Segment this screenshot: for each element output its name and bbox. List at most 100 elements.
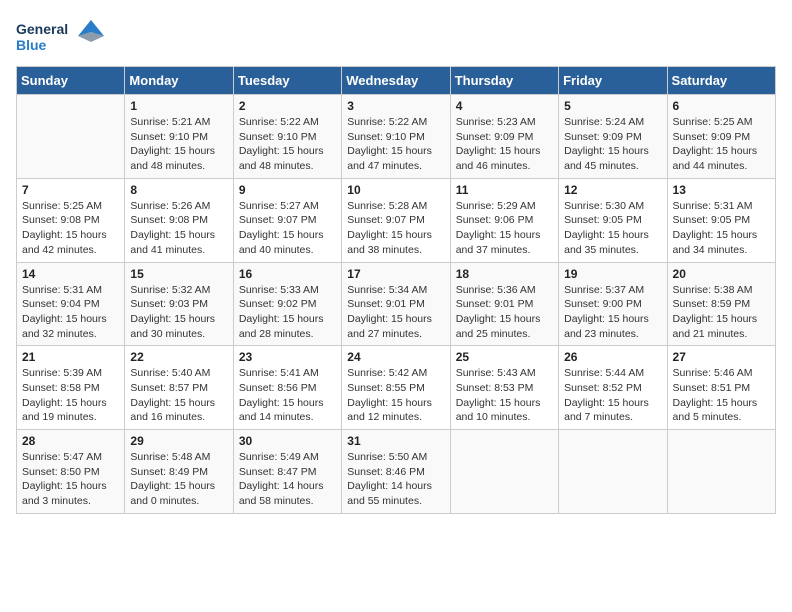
calendar-cell: 24Sunrise: 5:42 AM Sunset: 8:55 PM Dayli… — [342, 346, 450, 430]
calendar-cell: 23 Sunrise: 5:41 AM Sunset: 8:56 PM Dayli… — [233, 346, 341, 430]
day-info: Sunrise: 5:41 AM Sunset: 8:56 PM Dayligh… — [239, 366, 336, 425]
day-number: 20 — [673, 267, 770, 281]
logo-icon: General Blue — [16, 16, 106, 58]
calendar-cell — [17, 95, 125, 179]
calendar-cell: 6 Sunrise: 5:25 AM Sunset: 9:09 PM Daylig… — [667, 95, 775, 179]
day-number: 9 — [239, 183, 336, 197]
calendar-week-row: 7 Sunrise: 5:25 AM Sunset: 9:08 PM Daylig… — [17, 178, 776, 262]
calendar-week-row: 1 Sunrise: 5:21 AM Sunset: 9:10 PM Daylig… — [17, 95, 776, 179]
calendar-cell: 16 Sunrise: 5:33 AM Sunset: 9:02 PM Dayli… — [233, 262, 341, 346]
calendar-cell: 28 Sunrise: 5:47 AM Sunset: 8:50 PM Dayli… — [17, 430, 125, 514]
day-info: Sunrise: 5:31 AM Sunset: 9:05 PM Dayligh… — [673, 199, 770, 258]
day-number: 26 — [564, 350, 661, 364]
svg-text:Blue: Blue — [16, 37, 47, 53]
calendar-cell: 26 Sunrise: 5:44 AM Sunset: 8:52 PM Dayli… — [559, 346, 667, 430]
calendar-cell — [450, 430, 558, 514]
calendar-cell: 27Sunrise: 5:46 AM Sunset: 8:51 PM Dayli… — [667, 346, 775, 430]
page-header: General Blue — [16, 16, 776, 58]
day-number: 14 — [22, 267, 119, 281]
weekday-header-cell: Wednesday — [342, 67, 450, 95]
day-info: Sunrise: 5:22 AM Sunset: 9:10 PM Dayligh… — [239, 115, 336, 174]
day-info: Sunrise: 5:25 AM Sunset: 9:09 PM Dayligh… — [673, 115, 770, 174]
calendar-cell: 2 Sunrise: 5:22 AM Sunset: 9:10 PM Daylig… — [233, 95, 341, 179]
weekday-header-cell: Thursday — [450, 67, 558, 95]
calendar-cell — [559, 430, 667, 514]
calendar-cell: 5 Sunrise: 5:24 AM Sunset: 9:09 PM Daylig… — [559, 95, 667, 179]
day-number: 28 — [22, 434, 119, 448]
day-info: Sunrise: 5:29 AM Sunset: 9:06 PM Dayligh… — [456, 199, 553, 258]
day-info: Sunrise: 5:26 AM Sunset: 9:08 PM Dayligh… — [130, 199, 227, 258]
day-number: 6 — [673, 99, 770, 113]
calendar-cell: 11Sunrise: 5:29 AM Sunset: 9:06 PM Dayli… — [450, 178, 558, 262]
calendar-cell: 3 Sunrise: 5:22 AM Sunset: 9:10 PM Daylig… — [342, 95, 450, 179]
calendar-cell: 7 Sunrise: 5:25 AM Sunset: 9:08 PM Daylig… — [17, 178, 125, 262]
calendar-week-row: 14 Sunrise: 5:31 AM Sunset: 9:04 PM Dayli… — [17, 262, 776, 346]
day-info: Sunrise: 5:32 AM Sunset: 9:03 PM Dayligh… — [130, 283, 227, 342]
day-info: Sunrise: 5:48 AM Sunset: 8:49 PM Dayligh… — [130, 450, 227, 509]
day-info: Sunrise: 5:22 AM Sunset: 9:10 PM Dayligh… — [347, 115, 444, 174]
day-info: Sunrise: 5:30 AM Sunset: 9:05 PM Dayligh… — [564, 199, 661, 258]
calendar-cell: 25 Sunrise: 5:43 AM Sunset: 8:53 PM Dayli… — [450, 346, 558, 430]
day-number: 15 — [130, 267, 227, 281]
day-number: 12 — [564, 183, 661, 197]
calendar-cell: 31 Sunrise: 5:50 AM Sunset: 8:46 PM Dayli… — [342, 430, 450, 514]
day-info: Sunrise: 5:23 AM Sunset: 9:09 PM Dayligh… — [456, 115, 553, 174]
day-number: 10 — [347, 183, 444, 197]
calendar-cell: 12 Sunrise: 5:30 AM Sunset: 9:05 PM Dayli… — [559, 178, 667, 262]
day-info: Sunrise: 5:34 AM Sunset: 9:01 PM Dayligh… — [347, 283, 444, 342]
calendar-cell: 1 Sunrise: 5:21 AM Sunset: 9:10 PM Daylig… — [125, 95, 233, 179]
day-info: Sunrise: 5:47 AM Sunset: 8:50 PM Dayligh… — [22, 450, 119, 509]
calendar-cell: 20Sunrise: 5:38 AM Sunset: 8:59 PM Dayli… — [667, 262, 775, 346]
weekday-header-cell: Tuesday — [233, 67, 341, 95]
day-number: 2 — [239, 99, 336, 113]
day-info: Sunrise: 5:25 AM Sunset: 9:08 PM Dayligh… — [22, 199, 119, 258]
day-number: 7 — [22, 183, 119, 197]
day-number: 21 — [22, 350, 119, 364]
calendar-cell: 8 Sunrise: 5:26 AM Sunset: 9:08 PM Daylig… — [125, 178, 233, 262]
day-info: Sunrise: 5:49 AM Sunset: 8:47 PM Dayligh… — [239, 450, 336, 509]
day-info: Sunrise: 5:42 AM Sunset: 8:55 PM Dayligh… — [347, 366, 444, 425]
svg-text:General: General — [16, 21, 68, 37]
weekday-header-cell: Monday — [125, 67, 233, 95]
day-info: Sunrise: 5:50 AM Sunset: 8:46 PM Dayligh… — [347, 450, 444, 509]
weekday-header-cell: Saturday — [667, 67, 775, 95]
weekday-header-row: SundayMondayTuesdayWednesdayThursdayFrid… — [17, 67, 776, 95]
calendar-cell: 22Sunrise: 5:40 AM Sunset: 8:57 PM Dayli… — [125, 346, 233, 430]
day-info: Sunrise: 5:33 AM Sunset: 9:02 PM Dayligh… — [239, 283, 336, 342]
day-number: 31 — [347, 434, 444, 448]
calendar-cell: 15 Sunrise: 5:32 AM Sunset: 9:03 PM Dayli… — [125, 262, 233, 346]
day-number: 18 — [456, 267, 553, 281]
day-number: 22 — [130, 350, 227, 364]
day-info: Sunrise: 5:24 AM Sunset: 9:09 PM Dayligh… — [564, 115, 661, 174]
calendar-cell: 18Sunrise: 5:36 AM Sunset: 9:01 PM Dayli… — [450, 262, 558, 346]
day-number: 30 — [239, 434, 336, 448]
day-number: 25 — [456, 350, 553, 364]
day-number: 19 — [564, 267, 661, 281]
calendar-week-row: 28 Sunrise: 5:47 AM Sunset: 8:50 PM Dayli… — [17, 430, 776, 514]
day-number: 17 — [347, 267, 444, 281]
day-info: Sunrise: 5:21 AM Sunset: 9:10 PM Dayligh… — [130, 115, 227, 174]
calendar-cell: 9Sunrise: 5:27 AM Sunset: 9:07 PM Daylig… — [233, 178, 341, 262]
calendar-cell: 10Sunrise: 5:28 AM Sunset: 9:07 PM Dayli… — [342, 178, 450, 262]
weekday-header-cell: Friday — [559, 67, 667, 95]
day-number: 1 — [130, 99, 227, 113]
calendar-cell: 30 Sunrise: 5:49 AM Sunset: 8:47 PM Dayli… — [233, 430, 341, 514]
day-number: 13 — [673, 183, 770, 197]
logo: General Blue — [16, 16, 106, 58]
day-number: 27 — [673, 350, 770, 364]
day-number: 8 — [130, 183, 227, 197]
day-number: 5 — [564, 99, 661, 113]
day-number: 4 — [456, 99, 553, 113]
day-number: 23 — [239, 350, 336, 364]
calendar-week-row: 21Sunrise: 5:39 AM Sunset: 8:58 PM Dayli… — [17, 346, 776, 430]
day-info: Sunrise: 5:44 AM Sunset: 8:52 PM Dayligh… — [564, 366, 661, 425]
day-number: 16 — [239, 267, 336, 281]
calendar-table: SundayMondayTuesdayWednesdayThursdayFrid… — [16, 66, 776, 514]
calendar-body: 1 Sunrise: 5:21 AM Sunset: 9:10 PM Daylig… — [17, 95, 776, 514]
calendar-cell: 29Sunrise: 5:48 AM Sunset: 8:49 PM Dayli… — [125, 430, 233, 514]
day-info: Sunrise: 5:43 AM Sunset: 8:53 PM Dayligh… — [456, 366, 553, 425]
calendar-cell: 13 Sunrise: 5:31 AM Sunset: 9:05 PM Dayli… — [667, 178, 775, 262]
day-info: Sunrise: 5:37 AM Sunset: 9:00 PM Dayligh… — [564, 283, 661, 342]
day-number: 3 — [347, 99, 444, 113]
day-info: Sunrise: 5:31 AM Sunset: 9:04 PM Dayligh… — [22, 283, 119, 342]
